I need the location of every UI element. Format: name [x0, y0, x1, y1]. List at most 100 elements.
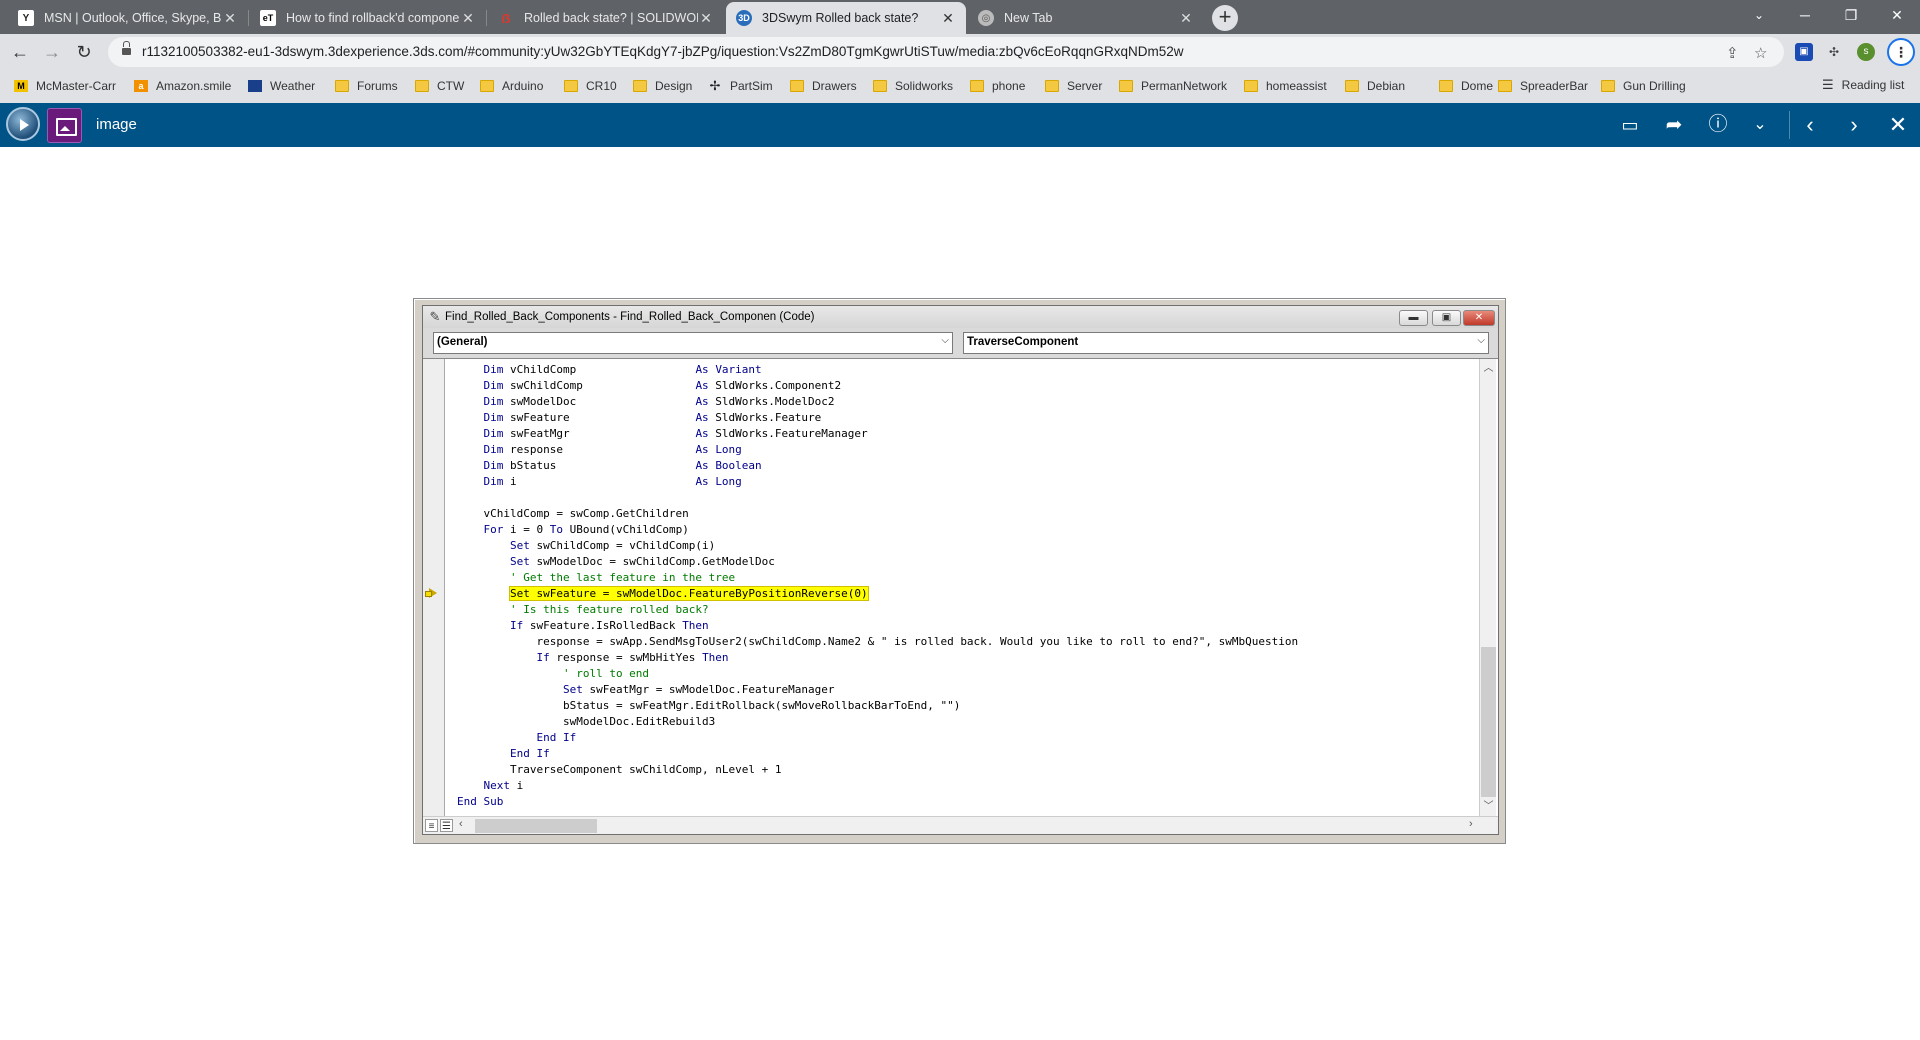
3dswym-logo-icon: 3D: [736, 10, 752, 26]
share-icon[interactable]: ⇪: [1726, 44, 1739, 62]
bookmark-item[interactable]: Gun Drilling: [1601, 77, 1686, 95]
image-media-icon: [47, 108, 82, 143]
bookmark-item[interactable]: Weather: [248, 77, 315, 95]
code-line: ' Is this feature rolled back?: [457, 603, 709, 616]
code-line: Set swFeature = swModelDoc.FeatureByPosi…: [508, 586, 869, 601]
tab-title: How to find rollback'd compone: [286, 11, 460, 25]
code-line: End If: [536, 731, 577, 744]
restore-button[interactable]: ❐: [1828, 0, 1874, 30]
browser-toolbar: ← → ↻ r1132100503382-eu1-3dswym.3dexperi…: [0, 34, 1920, 70]
bookmark-star-icon[interactable]: ☆: [1754, 44, 1767, 62]
tab-search-chevron-icon[interactable]: ⌄: [1736, 0, 1782, 30]
profile-avatar[interactable]: s: [1857, 43, 1875, 61]
folder-icon: [415, 80, 429, 92]
close-tab-icon[interactable]: ✕: [698, 10, 714, 27]
folder-icon: [1244, 80, 1258, 92]
3dexperience-compass-icon[interactable]: [6, 107, 40, 141]
bookmark-item[interactable]: Server: [1045, 77, 1102, 95]
bookmark-item[interactable]: Dome: [1439, 77, 1493, 95]
chevron-down-icon: ﹀: [1483, 801, 1494, 812]
code-line: Dim swFeature As SldWorks.Feature: [483, 411, 822, 424]
tab-eng-tips[interactable]: eT How to find rollback'd compone ✕: [250, 2, 486, 34]
comment-icon[interactable]: ▭: [1616, 112, 1644, 138]
folder-icon: [970, 80, 984, 92]
previous-media-icon[interactable]: ‹: [1796, 112, 1824, 138]
folder-icon: [1439, 80, 1453, 92]
bookmark-item[interactable]: phone: [970, 77, 1025, 95]
close-icon: ✕: [1463, 310, 1495, 326]
bookmark-item[interactable]: PermanNetwork: [1119, 77, 1227, 95]
folder-icon: [633, 80, 647, 92]
scrollbar-thumb: [1481, 647, 1496, 797]
close-viewer-icon[interactable]: ✕: [1884, 112, 1912, 138]
bookmark-item[interactable]: Forums: [335, 77, 398, 95]
code-line: Dim swFeatMgr As SldWorks.FeatureManager: [483, 427, 868, 440]
procedure-combo: TraverseComponent ⌵: [963, 332, 1489, 354]
tab-title: New Tab: [1004, 11, 1053, 25]
browser-menu-icon[interactable]: ⋮: [1887, 38, 1915, 66]
extensions-puzzle-icon[interactable]: ✣: [1825, 43, 1843, 61]
minimize-button[interactable]: ─: [1782, 0, 1828, 30]
folder-icon: [790, 80, 804, 92]
back-button[interactable]: ←: [6, 38, 34, 66]
code-line: Next i: [483, 779, 524, 792]
tab-solidworks-forum[interactable]: ẞ Rolled back state? | SOLIDWORK ✕: [488, 2, 724, 34]
code-line: If swFeature.IsRolledBack Then: [509, 619, 709, 632]
new-tab-button[interactable]: +: [1212, 5, 1238, 31]
code-line: If response = swMbHitYes Then: [536, 651, 729, 664]
code-line: response = swApp.SendMsgToUser2(swChildC…: [457, 635, 1299, 648]
bookmark-item[interactable]: SpreaderBar: [1498, 77, 1588, 95]
execution-pointer-icon: [425, 588, 437, 598]
close-tab-icon[interactable]: ✕: [222, 10, 238, 27]
weather-icon: [248, 80, 262, 92]
tab-new-tab[interactable]: ◎ New Tab ✕: [968, 2, 1204, 34]
bookmark-item[interactable]: homeassist: [1244, 77, 1327, 95]
code-line: ' Get the last feature in the tree: [457, 571, 736, 584]
tab-3dswym[interactable]: 3D 3DSwym Rolled back state? ✕: [726, 2, 966, 34]
bookmark-item[interactable]: Arduino: [480, 77, 543, 95]
lock-icon[interactable]: [122, 41, 131, 56]
bookmark-item[interactable]: Design: [633, 77, 692, 95]
next-media-icon[interactable]: ›: [1840, 112, 1868, 138]
folder-icon: [1498, 80, 1512, 92]
reading-list-button[interactable]: ☰ Reading list: [1822, 77, 1904, 93]
chrome-logo-icon: ◎: [978, 10, 994, 26]
info-icon[interactable]: ⓘ: [1704, 112, 1732, 138]
bookmark-item[interactable]: CTW: [415, 77, 464, 95]
mcmaster-icon: M: [14, 80, 28, 92]
eng-tips-logo-icon: eT: [260, 10, 276, 26]
code-window-title: Find_Rolled_Back_Components - Find_Rolle…: [445, 311, 815, 323]
share-icon[interactable]: ➦: [1660, 112, 1688, 138]
bookmark-item[interactable]: Debian: [1345, 77, 1405, 95]
bookmark-item[interactable]: ✢ PartSim: [708, 77, 773, 95]
folder-icon: [564, 80, 578, 92]
code-line: Dim swModelDoc As SldWorks.ModelDoc2: [483, 395, 835, 408]
bookmark-item[interactable]: a Amazon.smile: [134, 77, 231, 95]
url-text[interactable]: r1132100503382-eu1-3dswym.3dexperience.3…: [142, 44, 1183, 59]
header-divider: [1789, 111, 1790, 139]
folder-icon: [1045, 80, 1059, 92]
code-line: swModelDoc.EditRebuild3: [457, 715, 716, 728]
close-tab-icon[interactable]: ✕: [460, 10, 476, 27]
browser-tab-strip: Y MSN | Outlook, Office, Skype, Bi ✕ eT …: [0, 0, 1920, 34]
close-window-button[interactable]: ✕: [1874, 0, 1920, 30]
code-line: vChildComp = swComp.GetChildren: [457, 507, 689, 520]
full-module-view-icon: ☰: [440, 819, 453, 832]
procedure-view-icon: ≡: [425, 819, 438, 832]
close-tab-icon[interactable]: ✕: [940, 10, 956, 27]
code-editor: Dim vChildComp As Variant Dim swChildCom…: [423, 358, 1498, 817]
tab-msn[interactable]: Y MSN | Outlook, Office, Skype, Bi ✕: [8, 2, 248, 34]
folder-icon: [1601, 80, 1615, 92]
bookmark-item[interactable]: Drawers: [790, 77, 857, 95]
close-tab-icon[interactable]: ✕: [1178, 10, 1194, 27]
forward-button[interactable]: →: [38, 38, 66, 66]
bookmark-item[interactable]: CR10: [564, 77, 617, 95]
code-line: Set swModelDoc = swChildComp.GetModelDoc: [509, 555, 775, 568]
chevron-down-icon[interactable]: ⌄: [1746, 112, 1774, 138]
bookmark-item[interactable]: M McMaster-Carr: [14, 77, 116, 95]
extension-icon[interactable]: ▣: [1795, 43, 1813, 61]
reload-button[interactable]: ↻: [70, 38, 98, 66]
object-combo: (General) ⌵: [433, 332, 953, 354]
bookmark-item[interactable]: Solidworks: [873, 77, 953, 95]
address-bar[interactable]: r1132100503382-eu1-3dswym.3dexperience.3…: [108, 37, 1784, 67]
